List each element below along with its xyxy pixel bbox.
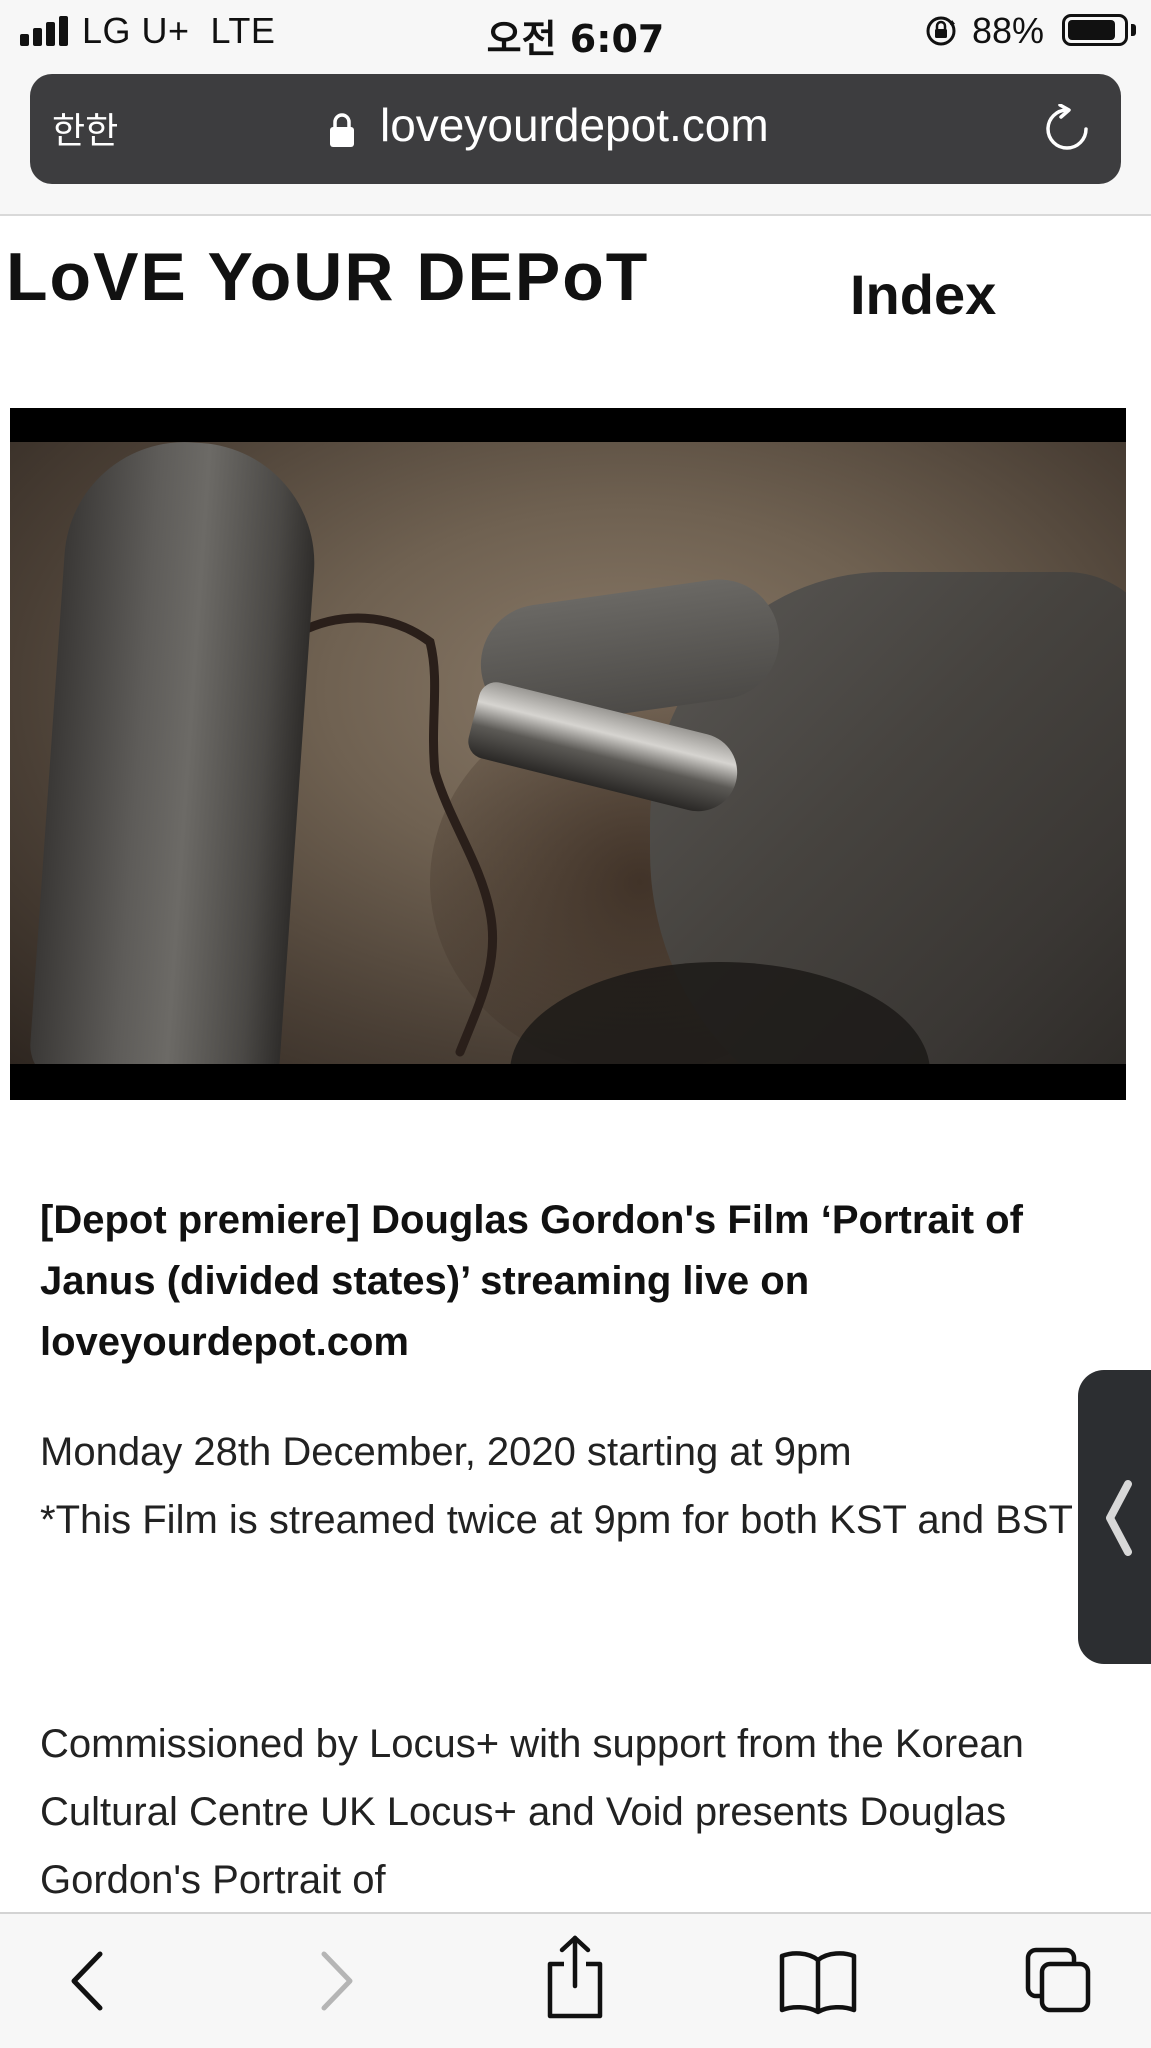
index-link[interactable]: Index (850, 262, 996, 327)
share-icon[interactable] (540, 1934, 610, 2020)
reload-icon[interactable] (1042, 104, 1092, 154)
book-icon[interactable] (778, 1946, 858, 2016)
gloved-finger-image (27, 442, 323, 1064)
side-panel-handle[interactable] (1078, 1370, 1151, 1664)
battery-level (1068, 20, 1115, 40)
schedule-note: *This Film is streamed twice at 9pm for … (40, 1498, 1073, 1542)
battery-icon (1062, 14, 1128, 46)
status-bar: LG U+ LTE 오전 6:07 88% (0, 0, 1151, 62)
reader-mode-button[interactable]: 한한 (52, 102, 118, 154)
browser-nav-area: 한한 loveyourdepot.com (0, 62, 1151, 216)
video-frame (10, 442, 1126, 1064)
article-schedule: Monday 28th December, 2020 starting at 9… (40, 1418, 1100, 1554)
article-body: Commissioned by Locus+ with support from… (40, 1722, 1024, 1902)
battery-percent: 88% (972, 10, 1045, 51)
battery-tip (1131, 24, 1136, 36)
video-player[interactable] (10, 408, 1126, 1100)
schedule-line: Monday 28th December, 2020 starting at 9… (40, 1430, 852, 1474)
lock-icon (330, 113, 354, 147)
chevron-left-icon (1106, 1480, 1132, 1556)
tabs-icon[interactable] (1024, 1946, 1094, 2016)
chevron-left-icon[interactable] (54, 1946, 124, 2016)
site-logo[interactable]: LoVE YoUR DEPoT (6, 238, 649, 316)
article-title: [Depot premiere] Douglas Gordon's Film ‘… (40, 1198, 1023, 1364)
url-text[interactable]: loveyourdepot.com (380, 98, 769, 152)
rotation-lock-icon (926, 16, 956, 46)
address-bar[interactable]: 한한 loveyourdepot.com (30, 74, 1121, 184)
browser-toolbar (0, 1912, 1151, 2048)
chevron-right-icon[interactable] (300, 1946, 370, 2016)
